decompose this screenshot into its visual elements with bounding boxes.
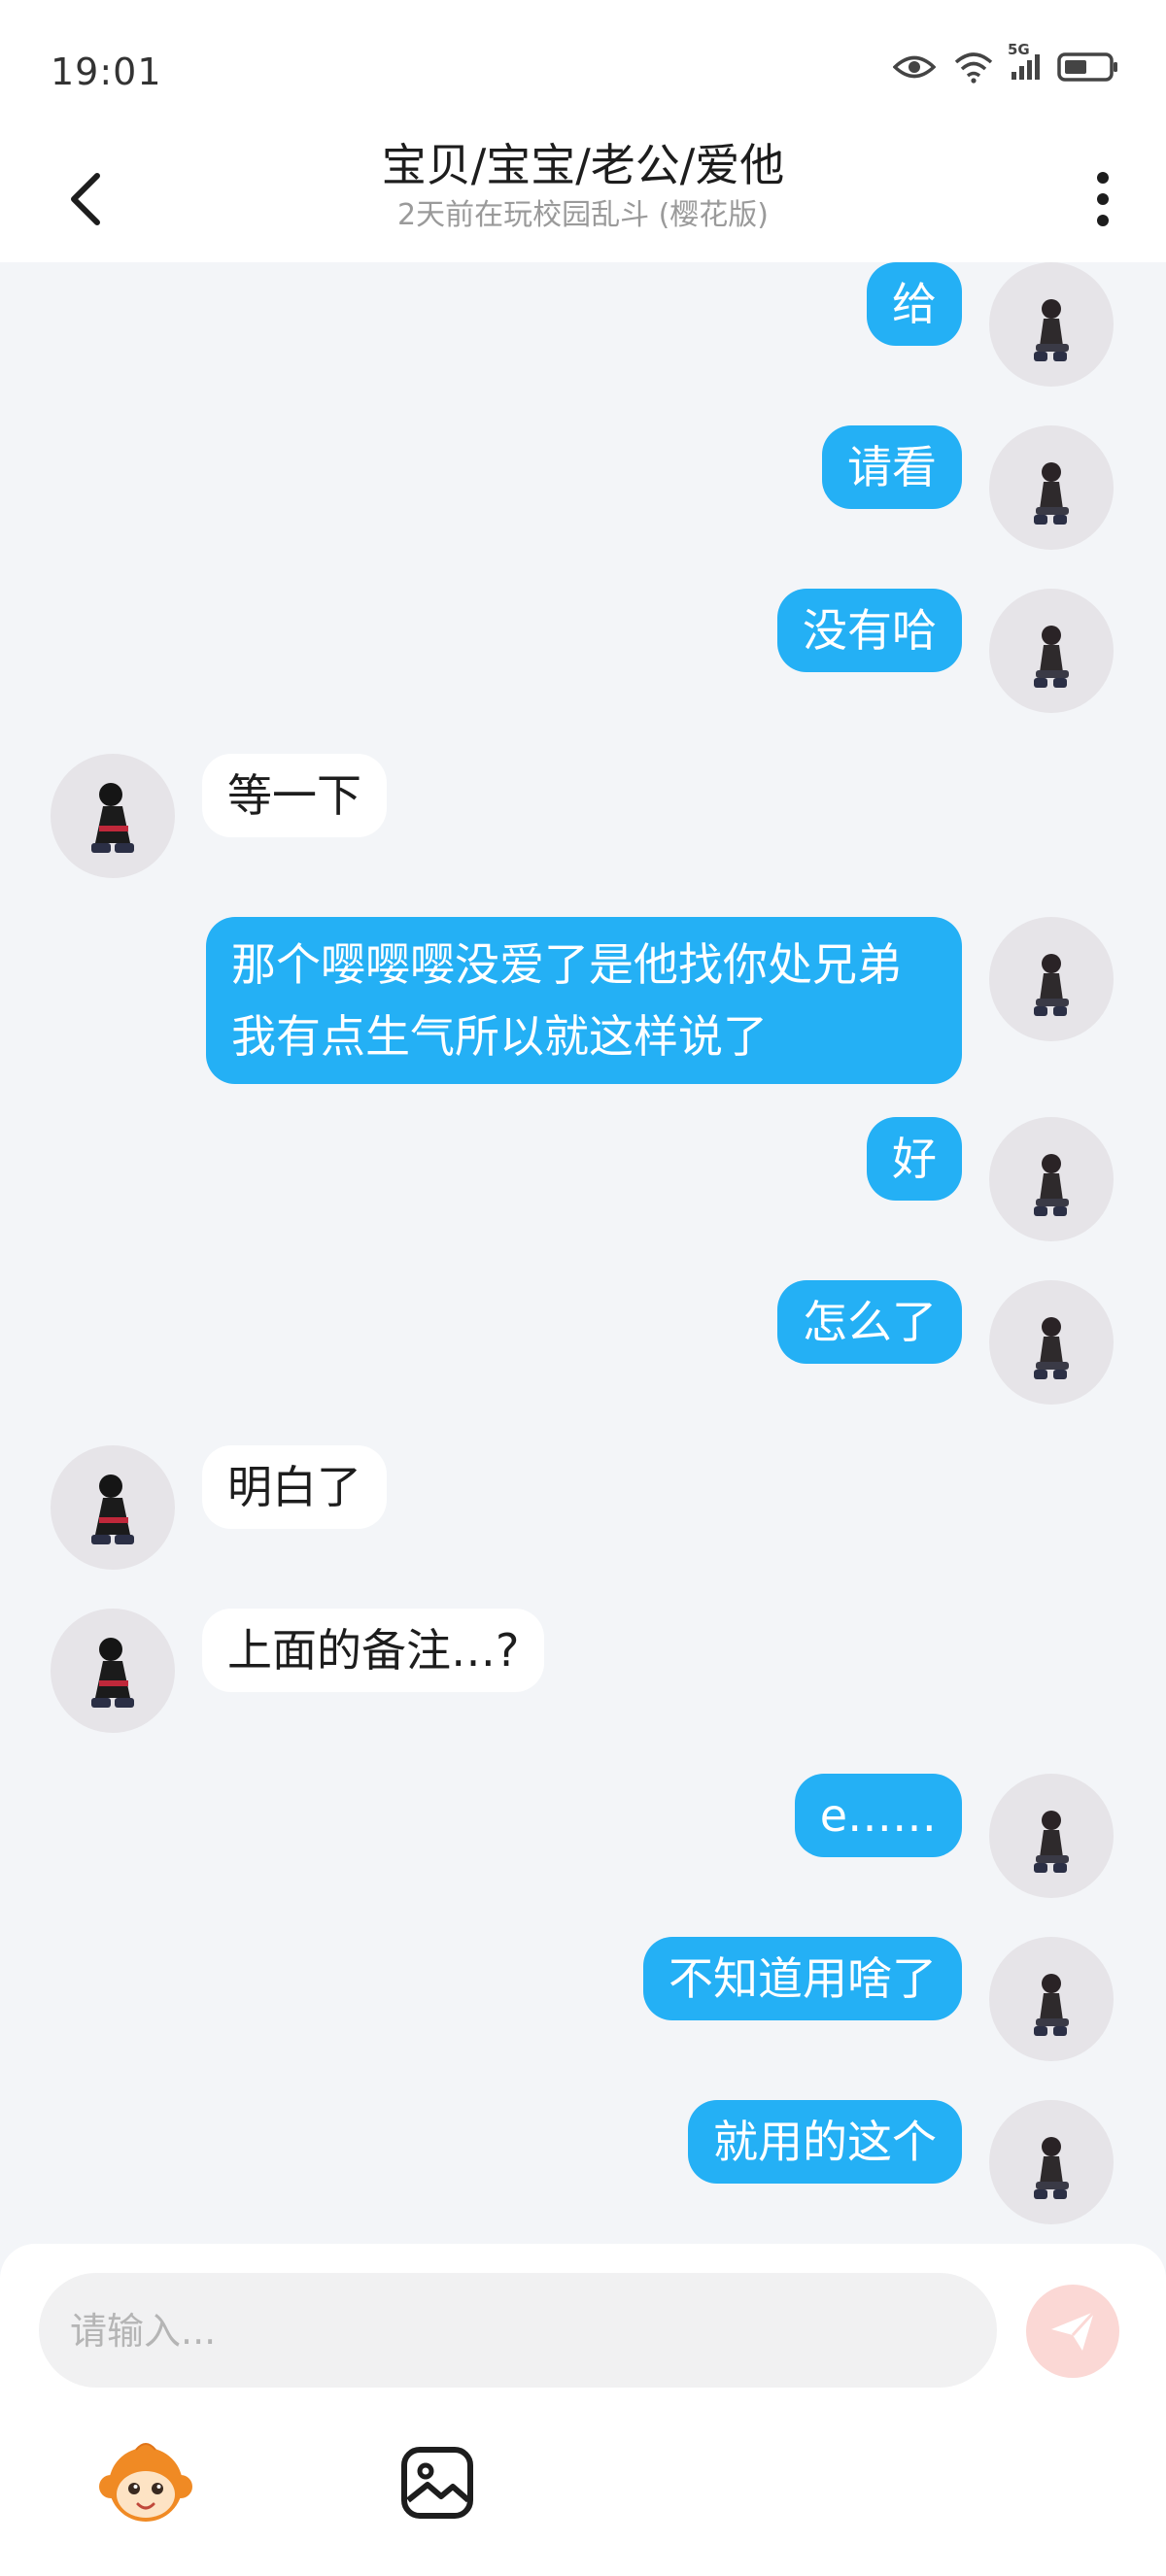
contact-status: 2天前在玩校园乱斗 (樱花版) (396, 198, 770, 232)
avatar-figure-icon (1034, 299, 1069, 361)
send-icon (1051, 2310, 1096, 2351)
message-bubble[interactable]: 好 (867, 1117, 962, 1201)
emoji-button[interactable] (97, 2436, 194, 2533)
more-vertical-icon (1097, 172, 1109, 226)
avatar-figure-icon (1034, 2137, 1069, 2199)
avatar-figure-icon (1034, 626, 1069, 688)
send-button[interactable] (1026, 2285, 1119, 2378)
message-bubble[interactable]: 请看 (822, 425, 962, 509)
message-bubble[interactable]: 怎么了 (777, 1280, 962, 1364)
message-bubble[interactable]: 那个嘤嘤嘤没爱了是他找你处兄弟我有点生气所以就这样说了 (206, 917, 962, 1084)
message-bubble[interactable]: 等一下 (202, 754, 387, 837)
my-avatar[interactable] (989, 1280, 1114, 1405)
message-bubble[interactable]: 就用的这个 (688, 2100, 962, 2184)
contact-avatar[interactable] (51, 1445, 175, 1570)
my-avatar[interactable] (989, 589, 1114, 713)
status-bar: 19:01 5G (0, 0, 1166, 136)
my-avatar[interactable] (989, 1117, 1114, 1241)
contact-avatar[interactable] (51, 754, 175, 878)
my-avatar[interactable] (989, 2100, 1114, 2224)
message-bubble[interactable]: 明白了 (202, 1445, 387, 1529)
my-avatar[interactable] (989, 1937, 1114, 2061)
message-input[interactable] (68, 2273, 946, 2390)
avatar-figure-icon (91, 1474, 134, 1544)
message-bubble[interactable]: 给 (867, 262, 962, 346)
my-avatar[interactable] (989, 1774, 1114, 1898)
avatar-figure-icon (1034, 1317, 1069, 1379)
message-bubble[interactable]: 不知道用啥了 (643, 1937, 962, 2020)
avatar-figure-icon (1034, 462, 1069, 525)
input-panel (0, 2244, 1166, 2576)
more-options-button[interactable] (1079, 160, 1127, 238)
status-icons: 5G (893, 41, 1119, 84)
contact-avatar[interactable] (51, 1609, 175, 1733)
avatar-figure-icon (1034, 954, 1069, 1016)
network-label: 5G (1008, 41, 1030, 58)
avatar-figure-icon (91, 1638, 134, 1708)
eye-icon (893, 55, 936, 79)
monkey-face-icon (99, 2443, 192, 2522)
signal-5g-icon: 5G (1008, 41, 1040, 80)
my-avatar[interactable] (989, 425, 1114, 550)
avatar-figure-icon (1034, 1811, 1069, 1873)
image-button[interactable] (400, 2446, 474, 2520)
message-bubble[interactable]: 上面的备注…? (202, 1609, 545, 1692)
message-bubble[interactable]: e…… (794, 1774, 962, 1857)
my-avatar[interactable] (989, 262, 1114, 387)
message-input-container[interactable] (39, 2273, 997, 2390)
message-bubble[interactable]: 没有哈 (777, 589, 962, 672)
my-avatar[interactable] (989, 917, 1114, 1041)
status-time: 19:01 (51, 51, 162, 93)
image-icon (401, 2447, 473, 2519)
avatar-figure-icon (1034, 1974, 1069, 2036)
contact-name: 宝贝/宝宝/老公/爱他 (381, 139, 785, 191)
avatar-figure-icon (1034, 1154, 1069, 1216)
chat-header: 宝贝/宝宝/老公/爱他 2天前在玩校园乱斗 (樱花版) (0, 136, 1166, 262)
avatar-figure-icon (91, 783, 134, 853)
battery-icon (1057, 52, 1117, 82)
wifi-icon (954, 52, 993, 84)
